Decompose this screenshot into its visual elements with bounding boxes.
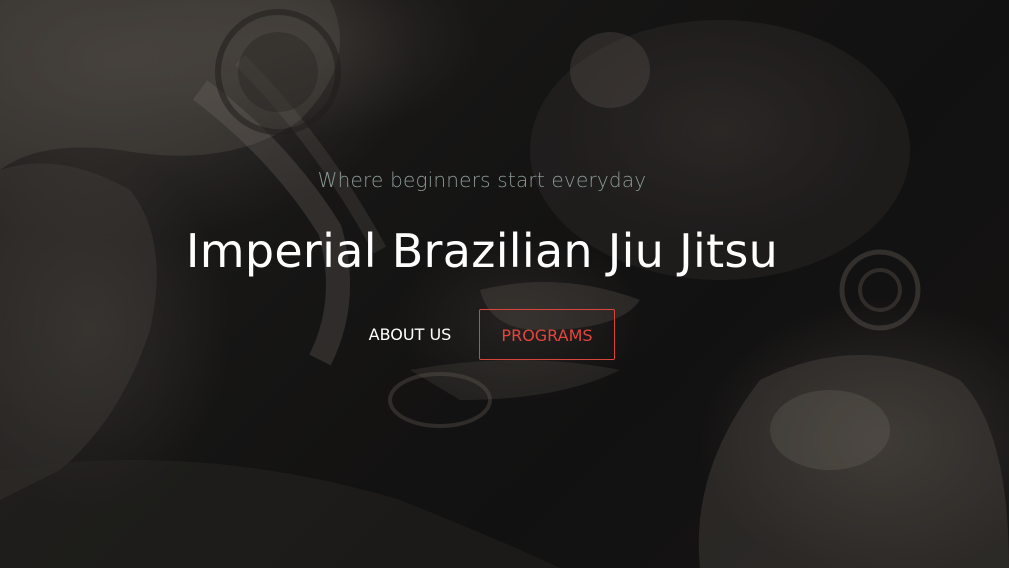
hero-tagline: Where beginners start everyday [317,168,647,192]
hero-section: Where beginners start everyday Imperial … [0,0,1009,568]
programs-button[interactable]: PROGRAMS [479,309,615,360]
hero-title: Imperial Brazilian Jiu Jitsu [185,224,779,278]
dark-overlay [0,0,1009,568]
about-us-link[interactable]: ABOUT US [354,309,466,361]
